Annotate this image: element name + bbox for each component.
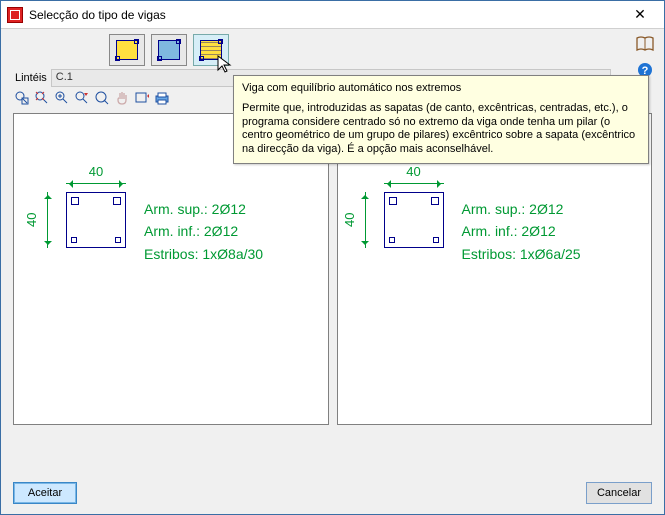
estribos-2: Estribos: 1xØ6a/25 <box>462 243 581 265</box>
estribos-1: Estribos: 1xØ8a/30 <box>144 243 263 265</box>
arm-sup-2: Arm. sup.: 2Ø12 <box>462 198 581 220</box>
height-dim-2: 40 <box>342 192 357 248</box>
accept-button[interactable]: Aceitar <box>13 482 77 504</box>
arm-sup-1: Arm. sup.: 2Ø12 <box>144 198 263 220</box>
tooltip-body: Permite que, introduzidas as sapatas (de… <box>242 102 640 157</box>
window-title: Selecção do tipo de vigas <box>29 8 622 22</box>
beam-type-2-button[interactable] <box>151 34 187 66</box>
beam-section-2: 40 40 <box>366 192 444 248</box>
close-button[interactable]: ✕ <box>622 1 658 28</box>
dialog-window: Selecção do tipo de vigas ✕ ? Lintéis C.… <box>0 0 665 515</box>
beam-type-3-button[interactable] <box>193 34 229 66</box>
width-dim-1: 40 <box>89 164 103 179</box>
app-icon <box>7 7 23 23</box>
zoom-in-icon[interactable] <box>53 89 71 107</box>
rebar-info-2: Arm. sup.: 2Ø12 Arm. inf.: 2Ø12 Estribos… <box>462 198 581 265</box>
arm-inf-1: Arm. inf.: 2Ø12 <box>144 220 263 242</box>
arm-inf-2: Arm. inf.: 2Ø12 <box>462 220 581 242</box>
beam-type-toolbar <box>1 29 664 71</box>
tooltip: Viga com equilíbrio automático nos extre… <box>233 75 649 164</box>
beam-type-1-button[interactable] <box>109 34 145 66</box>
cancel-button[interactable]: Cancelar <box>586 482 652 504</box>
width-dim-2: 40 <box>406 164 420 179</box>
zoom-realtime-icon[interactable] <box>93 89 111 107</box>
beam-section-1: 40 40 <box>48 192 126 248</box>
tooltip-title: Viga com equilíbrio automático nos extre… <box>242 82 640 96</box>
zoom-window-icon[interactable] <box>13 89 31 107</box>
manual-icon[interactable] <box>636 35 654 53</box>
linteis-label: Lintéis <box>15 72 47 84</box>
print-icon[interactable] <box>153 89 171 107</box>
rebar-info-1: Arm. sup.: 2Ø12 Arm. inf.: 2Ø12 Estribos… <box>144 198 263 265</box>
height-dim-1: 40 <box>24 192 39 248</box>
zoom-extents-icon[interactable] <box>33 89 51 107</box>
titlebar: Selecção do tipo de vigas ✕ <box>1 1 664 29</box>
zoom-prev-icon[interactable] <box>73 89 91 107</box>
pan-icon[interactable] <box>113 89 131 107</box>
redraw-icon[interactable] <box>133 89 151 107</box>
